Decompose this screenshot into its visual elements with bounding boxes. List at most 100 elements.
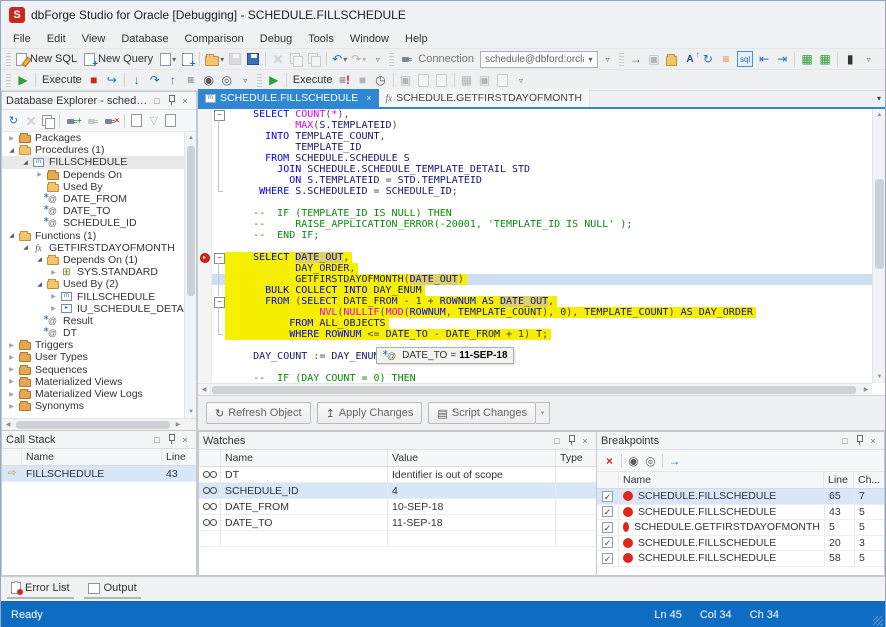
breakpoint-margin[interactable] xyxy=(198,274,212,285)
tree-item[interactable]: ▶Materialized Views xyxy=(2,376,196,388)
breakpoint-margin[interactable] xyxy=(198,351,212,362)
snapshot-button[interactable]: ▣ xyxy=(645,50,663,68)
scroll-left-icon[interactable]: ◀ xyxy=(2,419,14,431)
watch-row[interactable] xyxy=(199,531,596,547)
expanded-arrow-icon[interactable]: ◢ xyxy=(34,281,45,288)
tree-item[interactable]: ▶Synonyms xyxy=(2,400,196,412)
pin-icon[interactable] xyxy=(852,434,866,448)
breakpoint-margin[interactable] xyxy=(198,362,212,373)
menu-view[interactable]: View xyxy=(74,31,114,47)
breakpoint-row[interactable]: ✓SCHEDULE.FILLSCHEDULE657 xyxy=(597,489,884,505)
code-line[interactable]: NVL(NULLIF(MOD(ROWNUM, TEMPLATE_COUNT), … xyxy=(198,307,885,318)
toolbar-overflow-button[interactable]: ▿ xyxy=(859,50,877,68)
breakpoint-checkbox[interactable]: ✓ xyxy=(602,537,613,548)
breakpoint-margin[interactable] xyxy=(198,208,212,219)
word-case-button[interactable]: A xyxy=(681,50,699,68)
execute-to-cursor-button[interactable]: ≡! xyxy=(336,71,354,89)
menu-comparison[interactable]: Comparison xyxy=(176,31,251,47)
stop-execution-button[interactable]: ■ xyxy=(354,71,372,89)
query-profiler-button[interactable]: ▣ xyxy=(397,71,415,89)
duplicate-object-button[interactable] xyxy=(39,112,56,129)
tree-item[interactable]: @Result xyxy=(2,315,196,327)
stop-debug-button[interactable]: ■ xyxy=(85,71,103,89)
collapsed-arrow-icon[interactable]: ▶ xyxy=(6,403,17,410)
new-document-button[interactable]: ▾ xyxy=(158,50,178,68)
execute-label[interactable]: Execute xyxy=(290,74,336,86)
expanded-arrow-icon[interactable]: ◢ xyxy=(34,256,45,263)
breakpoint-checkbox[interactable]: ✓ xyxy=(602,506,613,517)
menu-help[interactable]: Help xyxy=(397,31,436,47)
continue-button[interactable]: ↪ xyxy=(103,71,121,89)
breakpoint-margin[interactable] xyxy=(198,307,212,318)
maximize-icon[interactable]: □ xyxy=(150,435,164,445)
tree-item[interactable]: ▶Depends On xyxy=(2,169,196,181)
breakpoint-margin[interactable] xyxy=(198,120,212,131)
code-line[interactable]: BULK COLLECT INTO DAY_ENUM xyxy=(198,285,885,296)
layout-button[interactable]: ▦ xyxy=(458,71,476,89)
breakpoint-margin[interactable] xyxy=(198,230,212,241)
menu-edit[interactable]: Edit xyxy=(39,31,74,47)
code-line[interactable]: -- END IF; xyxy=(198,230,885,241)
breakpoint-check-cell[interactable]: ✓ xyxy=(597,551,619,566)
code-line[interactable]: JOIN SCHEDULE.SCHEDULE_TEMPLATE_DETAIL S… xyxy=(198,164,885,175)
collapsed-arrow-icon[interactable]: ▶ xyxy=(48,293,59,300)
collapsed-arrow-icon[interactable]: ▶ xyxy=(34,171,45,178)
disconnect-button[interactable]: × xyxy=(101,112,122,129)
breakpoint-margin[interactable] xyxy=(198,131,212,142)
tree-item[interactable]: ▶⊞SYS.STANDARD xyxy=(2,266,196,278)
close-icon[interactable]: × xyxy=(578,436,592,446)
fold-collapse-button[interactable] xyxy=(212,109,225,120)
column-name[interactable]: Name xyxy=(619,472,824,488)
column-value[interactable]: Value xyxy=(388,450,556,466)
paste-button[interactable] xyxy=(305,50,323,68)
save-all-button[interactable] xyxy=(244,50,262,68)
tab-error-list[interactable]: Error List xyxy=(7,579,74,599)
scroll-down-icon[interactable]: ▼ xyxy=(185,406,196,418)
script-object-button[interactable] xyxy=(128,112,145,129)
code-line[interactable]: DAY_COUNT := DAY_ENUM.COUNT; xyxy=(198,351,885,362)
breakpoint-row[interactable]: ✓SCHEDULE.GETFIRSTDAYOFMONTH55 xyxy=(597,520,884,536)
editor-vertical-scrollbar[interactable]: ▲ ▼ xyxy=(872,109,885,383)
breakpoint-margin[interactable] xyxy=(198,318,212,329)
start-debug-button[interactable]: ▶ xyxy=(14,71,32,89)
fold-collapse-button[interactable] xyxy=(212,252,225,263)
watch-row[interactable]: DATE_TO11-SEP-18 xyxy=(199,515,596,531)
resize-grip[interactable] xyxy=(873,616,883,626)
new-sql-button[interactable]: New SQL xyxy=(14,50,82,68)
watch-row[interactable]: DATE_FROM10-SEP-18 xyxy=(199,499,596,515)
refresh-object-button[interactable]: ↻ xyxy=(5,112,22,129)
maximize-icon[interactable]: □ xyxy=(150,96,164,106)
code-line[interactable]: -- IF (TEMPLATE_ID IS NULL) THEN xyxy=(198,208,885,219)
collapsed-arrow-icon[interactable]: ▶ xyxy=(48,305,59,312)
code-line[interactable]: DAY_ORDER, xyxy=(198,263,885,274)
toolbar-overflow-button[interactable]: ▿ xyxy=(368,50,386,68)
code-line[interactable]: FROM ALL_OBJECTS xyxy=(198,318,885,329)
menu-tools[interactable]: Tools xyxy=(300,31,342,47)
connect-button[interactable] xyxy=(84,112,101,129)
breakpoint-checkbox[interactable]: ✓ xyxy=(602,491,613,502)
new-object-button[interactable] xyxy=(178,50,196,68)
script-changes-button[interactable]: ▤Script Changes xyxy=(428,402,536,424)
scrollbar-thumb[interactable] xyxy=(212,386,856,394)
collapsed-arrow-icon[interactable]: ▶ xyxy=(6,135,17,142)
execute-script-button[interactable]: ▶ xyxy=(265,71,283,89)
tab-fillschedule[interactable]: m SCHEDULE.FILLSCHEDULE × xyxy=(198,89,379,107)
code-line[interactable]: WHERE S.SCHEDULEID = SCHEDULE_ID; xyxy=(198,186,885,197)
cut-button[interactable] xyxy=(269,50,287,68)
collapsed-arrow-icon[interactable]: ▶ xyxy=(6,354,17,361)
refresh-button[interactable]: ↻ xyxy=(699,50,717,68)
tree-item[interactable]: ▶User Types xyxy=(2,351,196,363)
collapsed-arrow-icon[interactable]: ▶ xyxy=(6,366,17,373)
breakpoint-margin[interactable] xyxy=(198,241,212,252)
close-icon[interactable]: × xyxy=(866,436,880,446)
tree-item[interactable]: Used By xyxy=(2,181,196,193)
breakpoint-margin[interactable] xyxy=(198,164,212,175)
close-tab-icon[interactable]: × xyxy=(366,93,371,103)
breakpoint-margin[interactable] xyxy=(198,197,212,208)
column-line[interactable]: Line xyxy=(162,449,196,465)
close-icon[interactable]: × xyxy=(178,96,192,106)
refresh-schema-button[interactable] xyxy=(162,112,179,129)
code-line[interactable] xyxy=(198,241,885,252)
tree-item[interactable]: ▶Sequences xyxy=(2,364,196,376)
code-line[interactable] xyxy=(198,362,885,373)
